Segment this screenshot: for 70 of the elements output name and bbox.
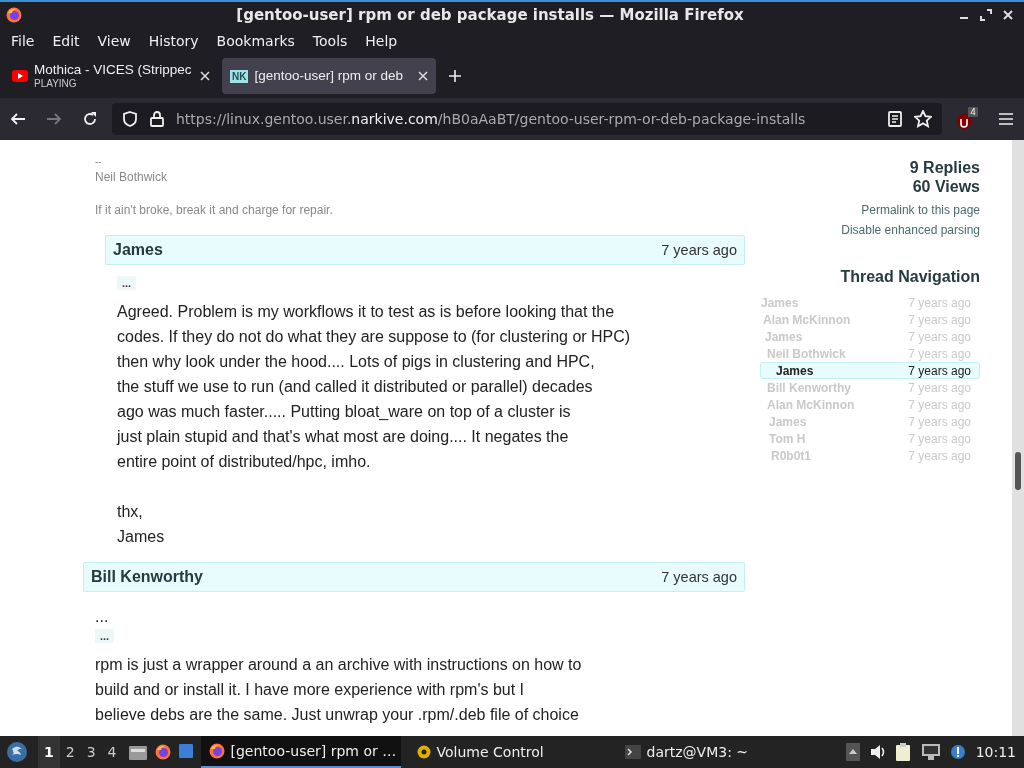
address-bar[interactable]: https://linux.gentoo.user.narkive.com/hB0aAaBT/gentoo-user-rpm-or-deb-package-installs: [112, 103, 942, 135]
browser-tab[interactable]: Mothica - VICES (Strippec PLAYING: [4, 58, 218, 94]
shield-icon: [122, 111, 138, 127]
menu-item[interactable]: Bookmarks: [207, 30, 304, 52]
menu-item[interactable]: Edit: [43, 30, 89, 52]
thread-nav-item[interactable]: James 7 years ago: [760, 362, 980, 379]
lock-icon: [150, 111, 164, 127]
menu-item[interactable]: View: [88, 30, 140, 52]
post-paragraph: rpm is just a wrapper around a an archive with instructions on how to build and or install it. I have more experience with rpm's but I believe debs are the same. Just unwrap your .rpm/.deb file of choice: [95, 655, 583, 725]
reload-icon[interactable]: [82, 111, 98, 127]
firefox-icon[interactable]: [154, 744, 171, 760]
taskbar-task[interactable]: [gentoo-user] rpm or …: [200, 736, 401, 768]
firefox-icon: [6, 7, 22, 23]
show-quote-button[interactable]: ...: [117, 276, 137, 290]
quote-ellipsis: ...: [95, 608, 110, 626]
menu-item[interactable]: Tools: [303, 30, 357, 52]
reader-view-icon[interactable]: [888, 111, 902, 127]
taskbar-task[interactable]: Volume Control: [408, 736, 609, 768]
post-author: James: [113, 241, 163, 259]
extension-badge: 4: [968, 107, 978, 117]
terminal-icon: [624, 745, 641, 759]
sidebar-link[interactable]: Disable enhanced parsing: [760, 224, 980, 236]
tab-title: [gentoo-user] rpm or deb: [254, 68, 405, 84]
file-manager-icon[interactable]: [128, 744, 147, 760]
start-menu-icon[interactable]: [6, 741, 28, 763]
plus-icon[interactable]: [448, 69, 462, 83]
menu-item[interactable]: History: [139, 30, 208, 52]
close-icon[interactable]: [418, 71, 428, 81]
workspace-button[interactable]: 3: [80, 744, 102, 760]
network-icon[interactable]: [921, 744, 940, 760]
firefox-icon: [208, 743, 225, 759]
workspace-button[interactable]: 2: [59, 744, 81, 760]
volume-icon[interactable]: [869, 744, 886, 760]
signature-name: Neil Bothwick: [95, 170, 169, 184]
menu-item[interactable]: File: [2, 30, 44, 52]
workspace-button[interactable]: 1: [38, 736, 60, 768]
browser-tab[interactable]: NK [gentoo-user] rpm or deb: [222, 58, 436, 94]
taskbar-task[interactable]: dartz@VM3: ~: [616, 736, 817, 768]
restore-icon[interactable]: [980, 9, 992, 21]
post-time: 7 years ago: [661, 242, 737, 258]
play-icon: [12, 70, 28, 82]
reply-count: 9 Replies: [908, 158, 980, 177]
menu-item[interactable]: Help: [356, 30, 407, 52]
scrollbar[interactable]: [1012, 140, 1024, 736]
tab-title: Mothica - VICES (Strippec: [34, 63, 193, 78]
workspace-button[interactable]: 4: [101, 744, 123, 760]
signature-quote: If it ain't broke, break it and charge for repair.: [95, 203, 334, 217]
close-icon[interactable]: [1002, 9, 1014, 21]
sidebar-link[interactable]: Permalink to this page: [760, 204, 980, 216]
post-author: Bill Kenworthy: [91, 568, 203, 586]
menu-icon[interactable]: [998, 112, 1014, 126]
show-hidden-icon[interactable]: [845, 743, 860, 761]
post-paragraph: thx, James: [117, 502, 166, 547]
view-count: 60 Views: [911, 177, 980, 196]
window-title: [gentoo-user] rpm or deb package installs — Mozilla Firefox: [235, 6, 745, 24]
notification-icon[interactable]: [949, 744, 966, 760]
signature-separator: --: [95, 156, 103, 168]
show-quote-button[interactable]: ...: [95, 629, 115, 643]
url-text: https://linux.gentoo.user.narkive.com/hB0aAaBT/gentoo-user-rpm-or-deb-package-installs: [176, 111, 807, 127]
window-icon[interactable]: [178, 744, 193, 758]
back-icon[interactable]: [10, 111, 26, 127]
site-favicon: NK: [230, 69, 249, 83]
sidebar-heading: Thread Navigation: [839, 268, 980, 286]
post-paragraph: Agreed. Problem is my workflows it to test as is before looking that the codes. If they do not do what they are suppose to (for clustering or HPC) then why look under the hood.... Lots of pigs in clustering and HPC, the stuff we use to run (and called it distributed or parallel) decades ago was much faster..... Putting bloat_ware on top of a cluster is just plain stupid and that's what most are doing.... It negates the entire point of distributed/hpc, imho.: [117, 302, 632, 472]
bookmark-star-icon[interactable]: [914, 110, 932, 128]
tab-status: PLAYING: [34, 77, 78, 89]
clipboard-icon[interactable]: [895, 743, 912, 761]
close-icon[interactable]: [200, 71, 210, 81]
clock: 10:11: [975, 744, 1016, 760]
post-time: 7 years ago: [661, 569, 737, 585]
